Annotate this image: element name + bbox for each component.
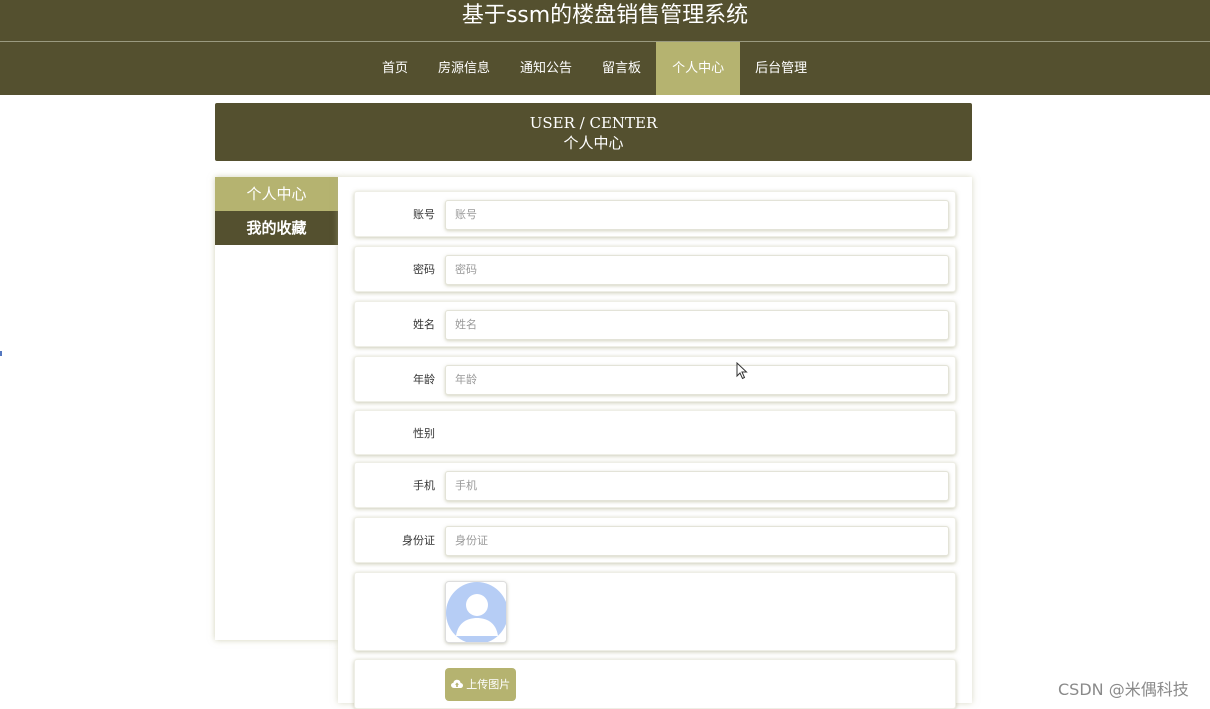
- account-label: 账号: [413, 208, 435, 221]
- cloud-upload-icon: [450, 679, 463, 688]
- form-row-upload: 上传图片: [354, 659, 956, 709]
- account-placeholder: 账号: [455, 208, 477, 221]
- age-label: 年龄: [413, 373, 435, 386]
- form-row-age: 年龄 年龄: [354, 356, 956, 402]
- phone-label: 手机: [413, 479, 435, 492]
- idcard-label: 身份证: [402, 534, 435, 547]
- page-banner: USER / CENTER 个人中心: [215, 103, 972, 161]
- sidebar: 个人中心 我的收藏: [215, 177, 338, 640]
- password-input[interactable]: 密码: [445, 255, 949, 285]
- nav-item-admin[interactable]: 后台管理: [740, 42, 822, 95]
- upload-image-button[interactable]: 上传图片: [445, 668, 516, 701]
- age-placeholder: 年龄: [455, 373, 477, 386]
- password-label: 密码: [413, 263, 435, 276]
- sidebar-item-user-center[interactable]: 个人中心: [215, 177, 338, 211]
- age-input[interactable]: 年龄: [445, 365, 949, 395]
- form-row-password: 密码 密码: [354, 246, 956, 292]
- form-row-idcard: 身份证 身份证: [354, 517, 956, 563]
- nav-item-user-center[interactable]: 个人中心: [656, 42, 741, 95]
- form-row-avatar: [354, 572, 956, 651]
- form-row-phone: 手机 手机: [354, 462, 956, 508]
- edge-marker: [0, 351, 2, 356]
- nav-item-home[interactable]: 首页: [367, 42, 423, 95]
- default-avatar-icon[interactable]: [445, 581, 507, 643]
- name-placeholder: 姓名: [455, 318, 477, 331]
- nav-item-listings[interactable]: 房源信息: [423, 42, 505, 95]
- mouse-pointer-icon: [736, 362, 748, 380]
- main-nav: 首页 房源信息 通知公告 留言板 个人中心 后台管理: [0, 42, 1210, 95]
- idcard-placeholder: 身份证: [455, 534, 488, 547]
- upload-button-label: 上传图片: [466, 678, 511, 691]
- gender-label: 性别: [413, 427, 435, 440]
- phone-input[interactable]: 手机: [445, 471, 949, 501]
- nav-item-notices[interactable]: 通知公告: [505, 42, 587, 95]
- banner-title-cn: 个人中心: [563, 134, 624, 152]
- form-row-gender: 性别: [354, 410, 956, 455]
- idcard-input[interactable]: 身份证: [445, 526, 949, 556]
- sidebar-item-favorites[interactable]: 我的收藏: [215, 211, 338, 245]
- name-input[interactable]: 姓名: [445, 310, 949, 340]
- form-row-account: 账号 账号: [354, 191, 956, 237]
- banner-title-en: USER / CENTER: [529, 114, 658, 132]
- profile-form: 账号 账号 密码 密码 姓名 姓名 年龄 年龄 性别 手机 手机 身份证 身份证: [338, 177, 972, 709]
- site-title: 基于ssm的楼盘销售管理系统: [0, 0, 1210, 42]
- name-label: 姓名: [413, 318, 435, 331]
- nav-item-messages[interactable]: 留言板: [587, 42, 656, 95]
- form-row-name: 姓名 姓名: [354, 301, 956, 347]
- password-placeholder: 密码: [455, 263, 477, 276]
- phone-placeholder: 手机: [455, 479, 477, 492]
- account-input[interactable]: 账号: [445, 200, 949, 230]
- watermark: CSDN @米偶科技: [1058, 680, 1189, 699]
